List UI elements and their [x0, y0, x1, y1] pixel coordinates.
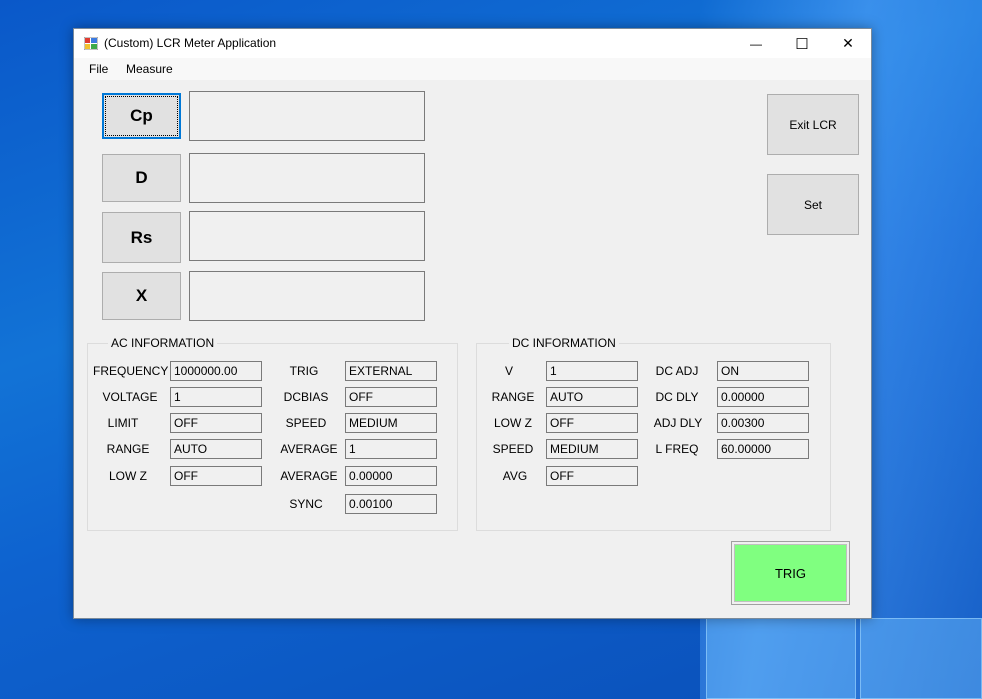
ac-average2-field[interactable]: 0.00000 [345, 466, 437, 486]
ac-range-field[interactable]: AUTO [170, 439, 262, 459]
menu-bar: File Measure [74, 58, 871, 80]
trig-button-label: TRIG [734, 544, 847, 602]
ac-information-title: AC INFORMATION [108, 336, 218, 350]
ac-frequency-field[interactable]: 1000000.00 [170, 361, 262, 381]
menu-measure[interactable]: Measure [126, 62, 173, 76]
ac-dcbias-label: DCBIAS [283, 390, 329, 404]
dc-lfreq-label: L FREQ [655, 442, 699, 456]
dc-adjdly-field[interactable]: 0.00300 [717, 413, 809, 433]
ac-dcbias-field[interactable]: OFF [345, 387, 437, 407]
dc-lfreq-field[interactable]: 60.00000 [717, 439, 809, 459]
windows-logo-pane [860, 618, 982, 699]
close-button[interactable]: ✕ [825, 29, 871, 58]
dc-adjdly-label: ADJ DLY [653, 416, 703, 430]
dc-dcadj-field[interactable]: ON [717, 361, 809, 381]
ac-average2-label: AVERAGE [280, 469, 338, 483]
minimize-icon: — [750, 36, 762, 51]
minimize-button[interactable]: — [733, 29, 779, 58]
ac-trig-field[interactable]: EXTERNAL [345, 361, 437, 381]
dc-dcdly-label: DC DLY [655, 390, 699, 404]
ac-limit-field[interactable]: OFF [170, 413, 262, 433]
ac-lowz-field[interactable]: OFF [170, 466, 262, 486]
dc-lowz-field[interactable]: OFF [546, 413, 638, 433]
dc-avg-label: AVG [502, 469, 528, 483]
ac-frequency-label: FREQUENCY [93, 364, 169, 378]
set-button[interactable]: Set [767, 174, 859, 235]
maximize-button[interactable]: ☐ [779, 29, 825, 58]
ac-range-label: RANGE [106, 442, 150, 456]
dc-information-group: DC INFORMATION V 1 RANGE AUTO LOW Z OFF … [476, 336, 831, 531]
cp-button[interactable]: Cp [102, 93, 181, 139]
ac-voltage-label: VOLTAGE [102, 390, 158, 404]
dc-avg-field[interactable]: OFF [546, 466, 638, 486]
cp-value-display [189, 91, 425, 141]
ac-speed-label: SPEED [285, 416, 327, 430]
dc-range-field[interactable]: AUTO [546, 387, 638, 407]
dc-range-label: RANGE [491, 390, 535, 404]
ac-trig-label: TRIG [289, 364, 319, 378]
maximize-icon: ☐ [795, 35, 809, 53]
ac-sync-label: SYNC [289, 497, 323, 511]
close-icon: ✕ [842, 35, 854, 51]
rs-button[interactable]: Rs [102, 212, 181, 263]
app-icon [84, 37, 98, 50]
menu-file[interactable]: File [89, 62, 108, 76]
rs-value-display [189, 211, 425, 261]
dc-speed-field[interactable]: MEDIUM [546, 439, 638, 459]
dc-v-field[interactable]: 1 [546, 361, 638, 381]
window-title: (Custom) LCR Meter Application [104, 36, 277, 50]
d-button[interactable]: D [102, 154, 181, 202]
d-value-display [189, 153, 425, 203]
ac-information-group: AC INFORMATION FREQUENCY 1000000.00 VOLT… [87, 336, 458, 531]
lcr-meter-window: (Custom) LCR Meter Application — ☐ ✕ Fil… [73, 28, 872, 619]
title-bar: (Custom) LCR Meter Application — ☐ ✕ [74, 29, 871, 58]
exit-lcr-button[interactable]: Exit LCR [767, 94, 859, 155]
ac-average-label: AVERAGE [280, 442, 338, 456]
ac-limit-label: LIMIT [107, 416, 139, 430]
ac-lowz-label: LOW Z [109, 469, 147, 483]
ac-average-field[interactable]: 1 [345, 439, 437, 459]
dc-dcadj-label: DC ADJ [655, 364, 699, 378]
dc-information-title: DC INFORMATION [509, 336, 619, 350]
x-button[interactable]: X [102, 272, 181, 320]
dc-v-label: V [504, 364, 513, 378]
dc-dcdly-field[interactable]: 0.00000 [717, 387, 809, 407]
dc-lowz-label: LOW Z [494, 416, 532, 430]
trig-button[interactable]: TRIG [731, 541, 850, 605]
dc-speed-label: SPEED [492, 442, 534, 456]
ac-voltage-field[interactable]: 1 [170, 387, 262, 407]
windows-logo-pane [706, 618, 856, 699]
x-value-display [189, 271, 425, 321]
ac-sync-field[interactable]: 0.00100 [345, 494, 437, 514]
ac-speed-field[interactable]: MEDIUM [345, 413, 437, 433]
